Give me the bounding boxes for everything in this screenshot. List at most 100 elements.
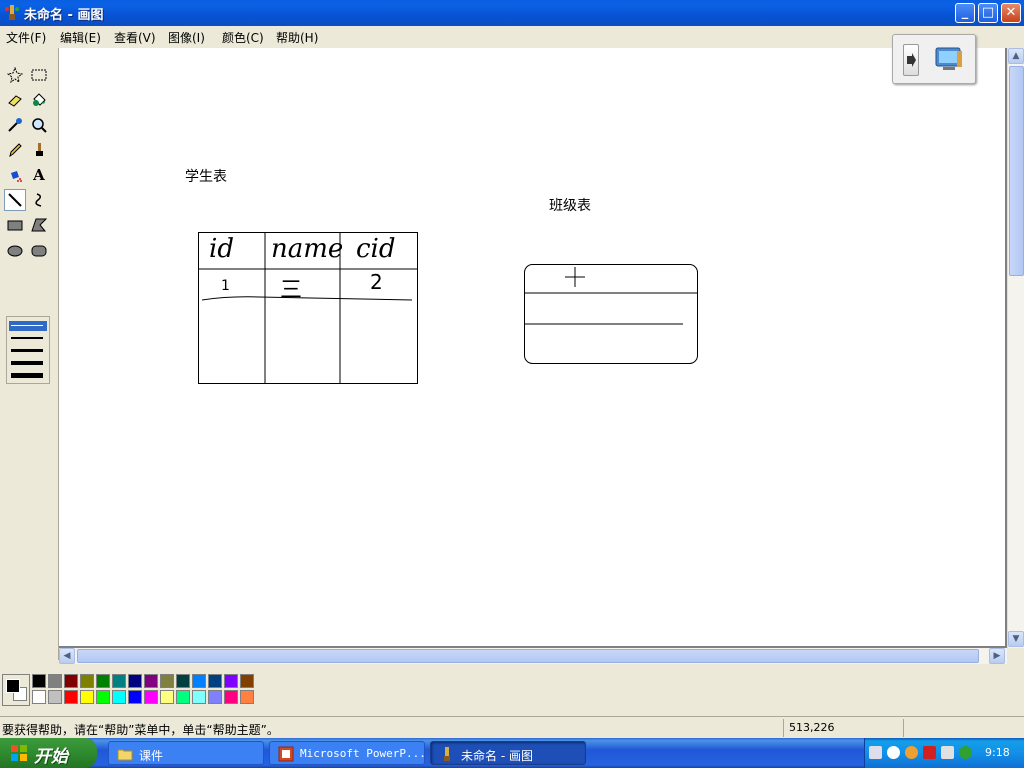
menu-help[interactable]: 帮助(H) [276,29,318,46]
eraser-icon[interactable] [4,89,26,111]
class-table-drawing [524,264,698,364]
ellipse-icon[interactable] [4,239,26,261]
vertical-scroll-thumb[interactable] [1009,66,1024,276]
magnifier-icon[interactable] [28,114,50,136]
volume-icon[interactable] [941,746,954,759]
handwritten-id: id [209,234,234,264]
color-swatch[interactable] [240,690,254,704]
color-swatch[interactable] [144,674,158,688]
status-separator [903,719,904,737]
floating-panel [892,34,976,84]
line-width-4[interactable] [11,361,43,365]
panel-arrow-button[interactable] [903,44,919,76]
text-icon[interactable]: A [28,164,50,186]
color-swatch[interactable] [240,674,254,688]
rounded-rectangle-icon[interactable] [28,239,50,261]
horizontal-scrollbar[interactable]: ◀ ▶ [59,648,1007,664]
start-button[interactable]: 开始 [0,738,97,768]
system-tray: 9:18 [864,738,1024,768]
airbrush-icon[interactable] [4,164,26,186]
task-button-powerpoint[interactable]: Microsoft PowerP... [269,741,426,765]
cursor-coordinates: 513,226 [789,721,835,734]
status-separator [783,719,784,737]
vertical-scrollbar[interactable]: ▲ ▼ [1007,48,1024,648]
foreground-color-swatch [6,679,20,693]
rectangle-icon[interactable] [4,214,26,236]
color-swatch[interactable] [176,690,190,704]
polygon-icon[interactable] [28,214,50,236]
task-button-courseware[interactable]: 课件 [108,741,264,765]
tool-box: A [0,48,59,660]
menu-edit[interactable]: 编辑(E) [60,29,101,46]
color-swatch[interactable] [112,674,126,688]
color-swatch[interactable] [48,674,62,688]
monitor-icon[interactable] [933,43,965,75]
minimize-button[interactable]: _ [955,3,975,23]
menu-view[interactable]: 查看(V) [114,29,156,46]
color-swatch[interactable] [64,674,78,688]
color-swatch[interactable] [224,690,238,704]
scroll-up-button[interactable]: ▲ [1008,48,1024,64]
menu-colors[interactable]: 颜色(C) [222,29,264,46]
chevron-left-icon[interactable] [887,746,900,759]
window-title: 未命名 - 画图 [24,8,104,23]
handwritten-row1-id: 1 [221,278,230,294]
arrow-right-icon [907,53,916,67]
tray-status-icon[interactable] [959,746,972,759]
color-swatch[interactable] [96,690,110,704]
color-swatch[interactable] [32,690,46,704]
tray-network-icon[interactable] [923,746,936,759]
color-swatch[interactable] [48,690,62,704]
color-swatch[interactable] [128,690,142,704]
pencil-icon[interactable] [4,139,26,161]
current-colors[interactable] [2,674,30,706]
color-swatch[interactable] [80,690,94,704]
color-swatch[interactable] [160,674,174,688]
color-swatch[interactable] [64,690,78,704]
color-swatch[interactable] [192,690,206,704]
color-swatch[interactable] [224,674,238,688]
color-swatch[interactable] [160,690,174,704]
scrollbar-corner [1007,648,1024,664]
color-picker-icon[interactable] [4,114,26,136]
menu-image[interactable]: 图像(I) [168,29,205,46]
color-swatch[interactable] [112,690,126,704]
scroll-right-button[interactable]: ▶ [989,648,1005,664]
close-button[interactable]: ✕ [1001,3,1021,23]
task-button-paint[interactable]: 未命名 - 画图 [430,741,586,765]
canvas-drawing [198,232,698,384]
color-swatch[interactable] [80,674,94,688]
color-swatch[interactable] [96,674,110,688]
color-swatch[interactable] [208,674,222,688]
line-icon[interactable] [4,189,26,211]
fill-bucket-icon[interactable] [28,89,50,111]
menu-file[interactable]: 文件(F) [6,29,46,46]
color-swatch[interactable] [32,674,46,688]
horizontal-scroll-thumb[interactable] [77,649,979,663]
line-width-5[interactable] [11,373,43,378]
title-bar: 未命名 - 画图 _ □ ✕ [0,0,1024,26]
color-palette [0,666,1024,712]
color-swatch[interactable] [176,674,190,688]
line-width-2[interactable] [11,337,43,339]
line-width-3[interactable] [11,349,43,352]
free-form-select-icon[interactable] [4,64,26,86]
paint-icon [444,747,450,761]
line-width-selector [6,316,50,384]
curve-icon[interactable] [28,189,50,211]
scroll-left-button[interactable]: ◀ [59,648,75,664]
brush-icon[interactable] [28,139,50,161]
drawing-canvas[interactable]: 学生表 班级表 id name cid 1 三 2 [59,48,1005,646]
color-swatch[interactable] [208,690,222,704]
tray-app-icon[interactable] [905,746,918,759]
scroll-down-button[interactable]: ▼ [1008,631,1024,647]
maximize-button[interactable]: □ [978,3,998,23]
color-swatch[interactable] [128,674,142,688]
line-width-1[interactable] [11,325,43,326]
keyboard-icon[interactable] [869,746,882,759]
color-swatch[interactable] [144,690,158,704]
handwritten-row1-name: 三 [280,278,303,303]
handwritten-row1-cid: 2 [370,270,383,294]
rectangle-select-icon[interactable] [28,64,50,86]
color-swatch[interactable] [192,674,206,688]
